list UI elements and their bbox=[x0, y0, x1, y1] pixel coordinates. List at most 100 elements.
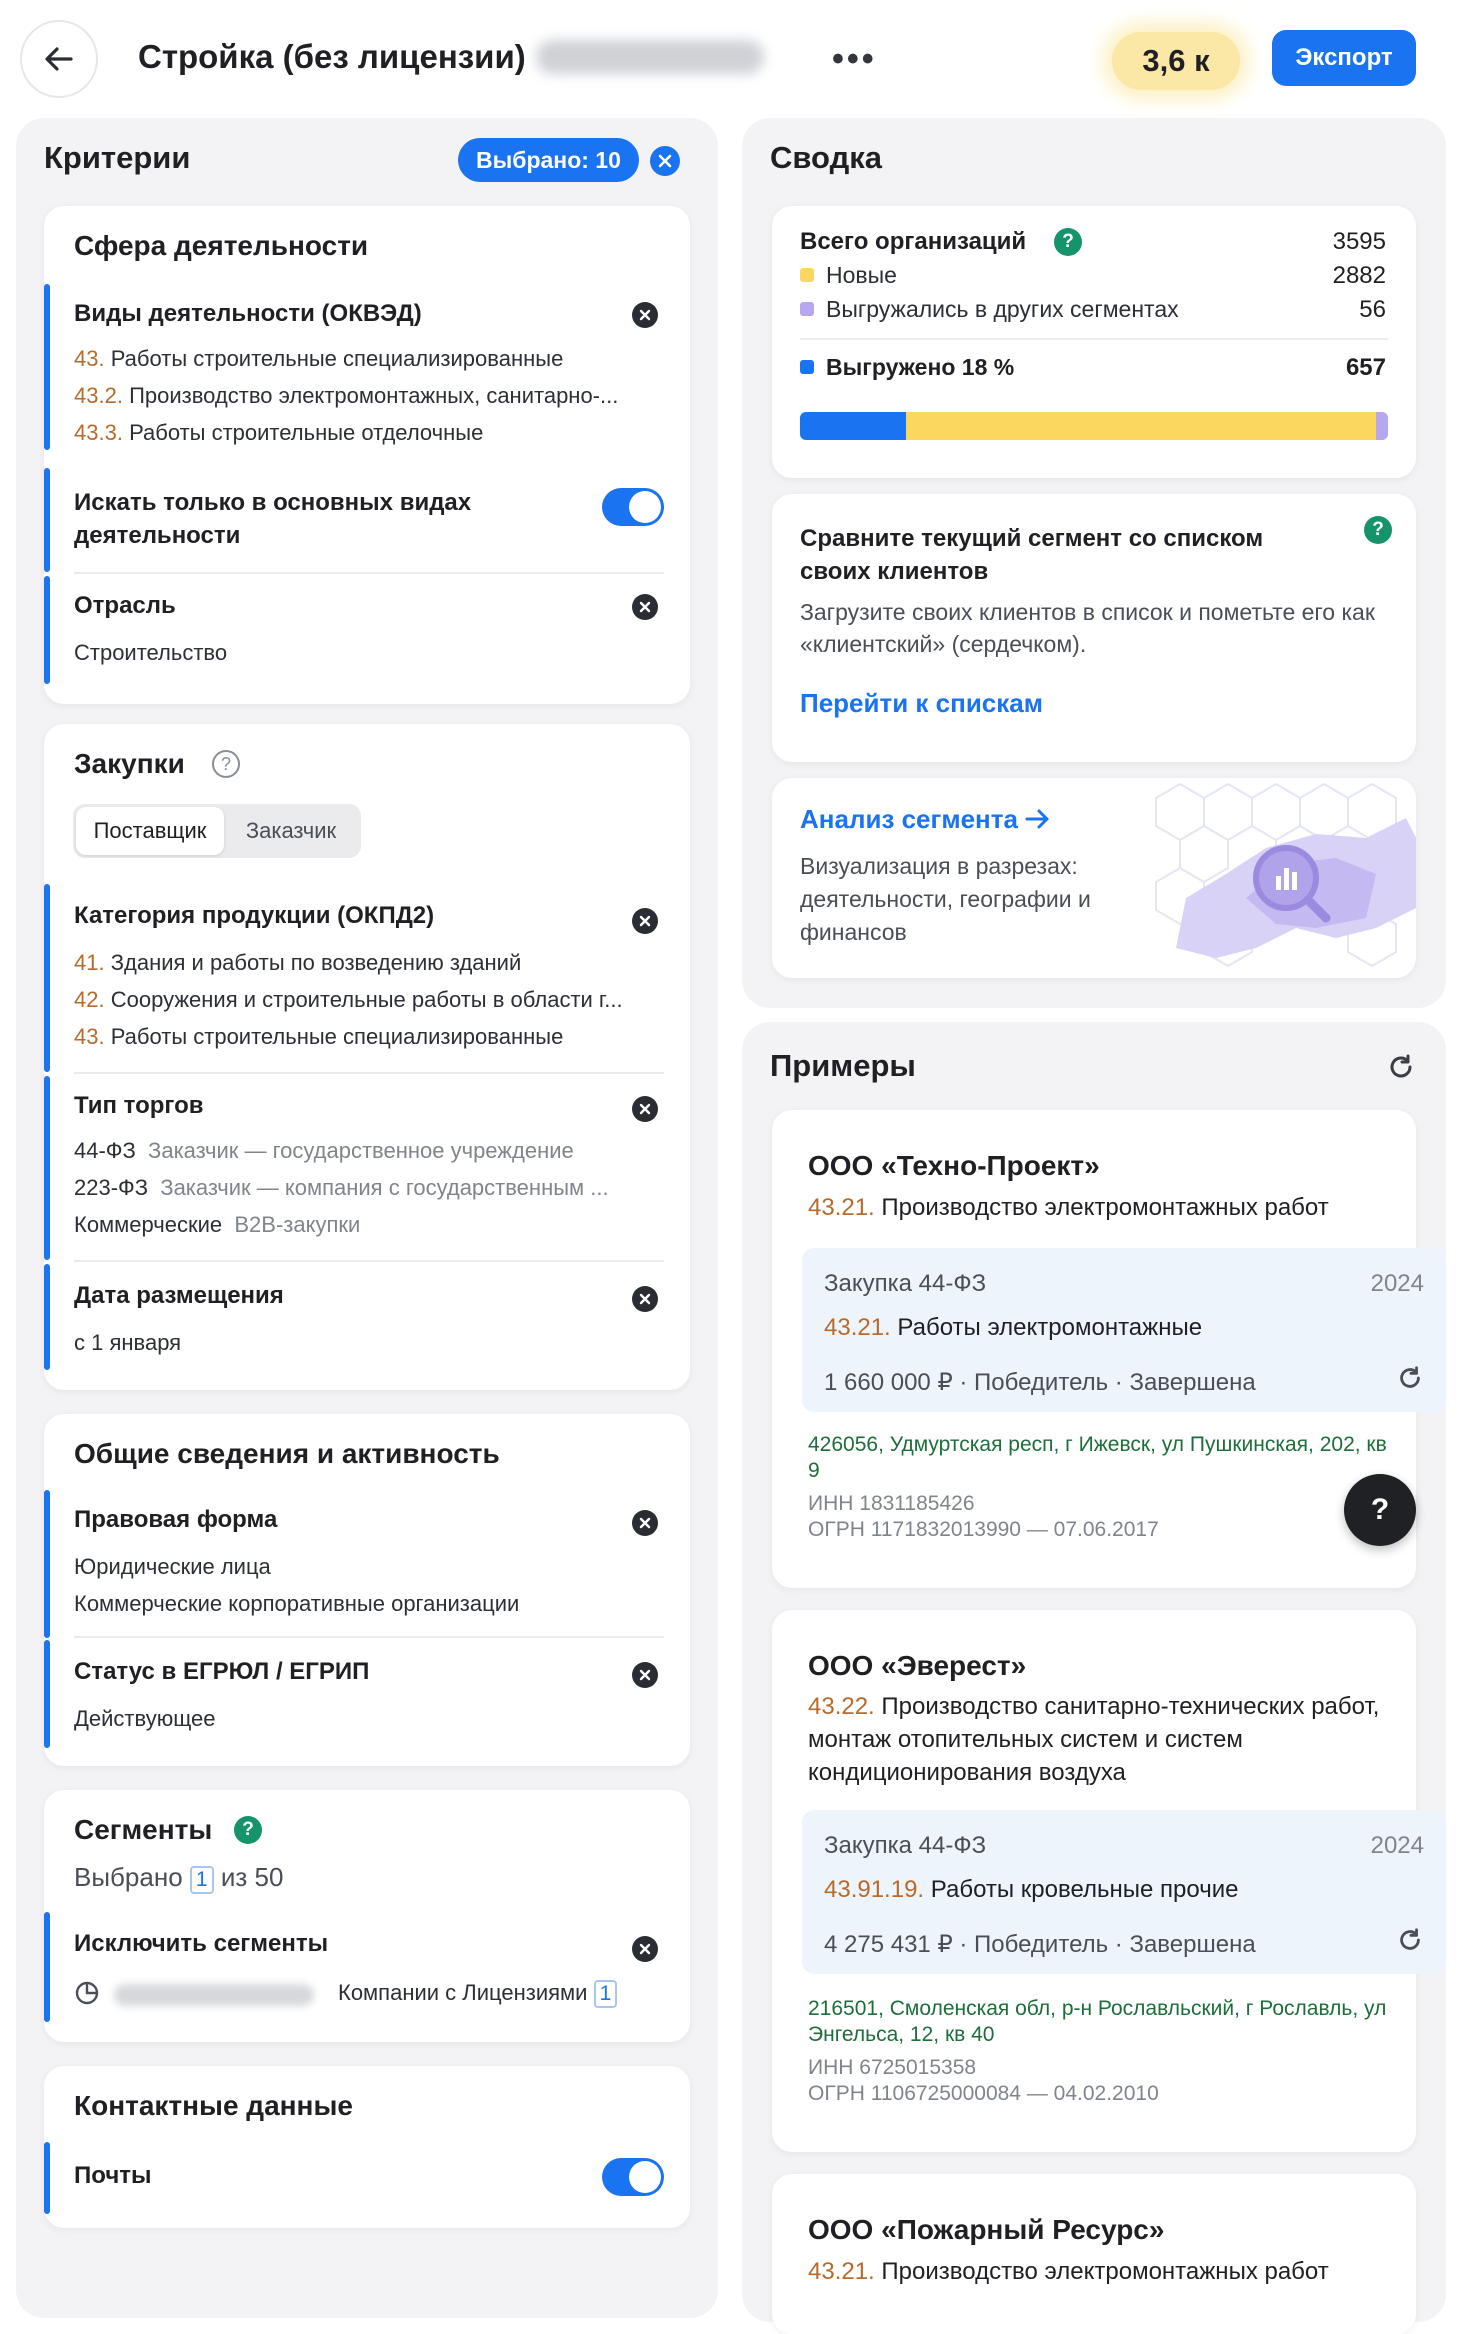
examples-title: Примеры bbox=[770, 1048, 916, 1083]
list-item: 42. Сооружения и строительные работы в о… bbox=[74, 987, 623, 1012]
close-icon bbox=[639, 309, 651, 321]
progress-new bbox=[905, 412, 1377, 440]
purchases-title: Закупки bbox=[74, 748, 185, 779]
remove-industry-button[interactable] bbox=[632, 594, 658, 620]
help-button[interactable]: ? bbox=[1344, 1474, 1416, 1546]
company-address: 216501, Смоленская обл, р-н Рославльский… bbox=[808, 1997, 1387, 2046]
export-button[interactable]: Экспорт bbox=[1272, 30, 1416, 86]
filter-indicator bbox=[44, 1640, 50, 1748]
status-refresh-icon bbox=[1400, 1366, 1420, 1388]
refresh-icon[interactable] bbox=[1386, 1052, 1416, 1082]
exported-swatch bbox=[800, 360, 814, 374]
company-name: ООО «Пожарный Ресурс» bbox=[808, 2214, 1165, 2245]
new-value: 2882 bbox=[1332, 262, 1386, 289]
segments-selected: Выбрано 1 из 50 bbox=[74, 1862, 284, 1894]
list-item: 223-ФЗ Заказчик — компания с государстве… bbox=[74, 1175, 609, 1200]
segment-pie-icon bbox=[75, 1981, 99, 2005]
divider bbox=[74, 1260, 664, 1262]
close-icon bbox=[639, 1103, 651, 1115]
company-inn: ИНН 1831185426 bbox=[808, 1492, 975, 1515]
company-name: ООО «Техно-Проект» bbox=[808, 1150, 1100, 1181]
status-label: Статус в ЕГРЮЛ / ЕГРИП bbox=[74, 1658, 370, 1685]
help-icon[interactable]: ? bbox=[234, 1816, 262, 1844]
purchase-card: Закупка 44-ФЗ 2024 43.21. Работы электро… bbox=[802, 1248, 1446, 1412]
list-item: 41. Здания и работы по возведению зданий bbox=[74, 950, 522, 975]
blurred-owner bbox=[114, 1984, 314, 2006]
main-activity-label: Искать только в основных видах деятельно… bbox=[74, 489, 472, 549]
remove-trade-type-button[interactable] bbox=[632, 1096, 658, 1122]
page-title: Стройка (без лицензии) bbox=[138, 38, 526, 75]
filter-indicator bbox=[44, 884, 50, 1072]
emails-toggle[interactable] bbox=[602, 2158, 664, 2196]
industry-label: Отрасль bbox=[74, 592, 176, 619]
contacts-card: Контактные данные Почты bbox=[44, 2066, 690, 2228]
divider bbox=[74, 1072, 664, 1074]
header: Стройка (без лицензии) ••• 3,6 к Экспорт bbox=[0, 0, 1466, 118]
help-icon[interactable]: ? bbox=[212, 750, 240, 778]
company-card[interactable]: ООО «Эверест» 43.22. Производство санита… bbox=[772, 1610, 1446, 2152]
progress-exported bbox=[800, 412, 906, 440]
help-icon[interactable]: ? bbox=[1364, 516, 1392, 544]
new-swatch bbox=[800, 268, 814, 282]
help-icon[interactable]: ? bbox=[1054, 228, 1082, 256]
filter-indicator bbox=[44, 468, 50, 572]
compare-card: Сравните текущий сегмент со списком свои… bbox=[772, 494, 1416, 762]
company-card[interactable]: ООО «Пожарный Ресурс» 43.21. Производств… bbox=[772, 2174, 1416, 2334]
exported-value: 657 bbox=[1345, 354, 1386, 381]
analysis-text: Визуализация в разрезах: деятельности, г… bbox=[800, 853, 1091, 945]
status-refresh-icon bbox=[1400, 1928, 1420, 1950]
purchase-year: 2024 bbox=[1370, 1832, 1424, 1859]
purchases-role-switch: Поставщик Заказчик bbox=[73, 804, 361, 858]
okpd-label: Категория продукции (ОКПД2) bbox=[74, 902, 435, 929]
list-item: 44-ФЗ Заказчик — государственное учрежде… bbox=[74, 1138, 574, 1163]
remove-okved-button[interactable] bbox=[632, 302, 658, 328]
okved-label: Виды деятельности (ОКВЭД) bbox=[74, 300, 422, 327]
other-swatch bbox=[800, 302, 814, 316]
remove-legal-form-button[interactable] bbox=[632, 1510, 658, 1536]
exclude-segments-label: Исключить сегменты bbox=[74, 1930, 329, 1957]
tab-supplier[interactable]: Поставщик bbox=[76, 807, 224, 855]
activity-card: Сфера деятельности Виды деятельности (ОК… bbox=[44, 206, 690, 704]
clear-selection-button[interactable] bbox=[650, 146, 680, 176]
close-icon bbox=[639, 1943, 651, 1955]
arrow-right-icon bbox=[1025, 809, 1049, 829]
company-ogrn: ОГРН 1171832013990 — 07.06.2017 bbox=[808, 1518, 1159, 1541]
list-item: Коммерческие корпоративные организации bbox=[74, 1591, 520, 1616]
remove-date-button[interactable] bbox=[632, 1286, 658, 1312]
go-to-lists-link[interactable]: Перейти к спискам bbox=[800, 688, 1043, 719]
tab-customer[interactable]: Заказчик bbox=[224, 818, 358, 844]
criteria-title: Критерии bbox=[44, 140, 191, 175]
close-icon bbox=[639, 601, 651, 613]
purchase-type: Закупка 44-ФЗ bbox=[824, 1270, 987, 1297]
remove-exclude-button[interactable] bbox=[632, 1936, 658, 1962]
company-activity: 43.22. Производство санитарно-технически… bbox=[808, 1693, 1380, 1786]
total-value: 3595 bbox=[1332, 228, 1386, 255]
exclude-segment-value: Компании с Лицензиями 1 bbox=[338, 1980, 618, 2008]
list-item: Юридические лица bbox=[74, 1554, 271, 1579]
close-icon bbox=[658, 154, 672, 168]
purchase-year: 2024 bbox=[1370, 1270, 1424, 1297]
more-menu-button[interactable]: ••• bbox=[832, 40, 877, 79]
close-icon bbox=[639, 1293, 651, 1305]
activity-title: Сфера деятельности bbox=[74, 230, 369, 261]
remove-status-button[interactable] bbox=[632, 1662, 658, 1688]
filter-indicator bbox=[44, 1490, 50, 1638]
selected-badge[interactable]: Выбрано: 10 bbox=[458, 138, 639, 182]
blurred-owner-name bbox=[536, 40, 764, 74]
company-name: ООО «Эверест» bbox=[808, 1650, 1027, 1681]
purchase-subject: 43.91.19. Работы кровельные прочие bbox=[824, 1876, 1239, 1903]
totals-card: Всего организаций ? 3595 Новые 2882 Выгр… bbox=[772, 206, 1416, 478]
other-legend: Выгружались в других сегментах bbox=[800, 296, 1179, 323]
date-label: Дата размещения bbox=[74, 1282, 284, 1309]
main-activity-toggle[interactable] bbox=[602, 488, 664, 526]
remove-okpd-button[interactable] bbox=[632, 908, 658, 934]
segment-analysis-link[interactable]: Анализ сегмента bbox=[800, 804, 1051, 835]
company-ogrn: ОГРН 1106725000084 — 04.02.2010 bbox=[808, 2082, 1159, 2105]
analysis-card[interactable]: Анализ сегмента Визуализация в разрезах:… bbox=[772, 778, 1416, 978]
close-icon bbox=[639, 915, 651, 927]
back-button[interactable] bbox=[20, 20, 98, 98]
purchase-meta: 1 660 000 ₽ · Победитель · Завершена bbox=[824, 1369, 1256, 1396]
company-card[interactable]: ООО «Техно-Проект» 43.21. Производство э… bbox=[772, 1110, 1446, 1588]
compare-text: Загрузите своих клиентов в список и поме… bbox=[800, 599, 1375, 657]
list-item: 43. Работы строительные специализированн… bbox=[74, 1024, 564, 1049]
